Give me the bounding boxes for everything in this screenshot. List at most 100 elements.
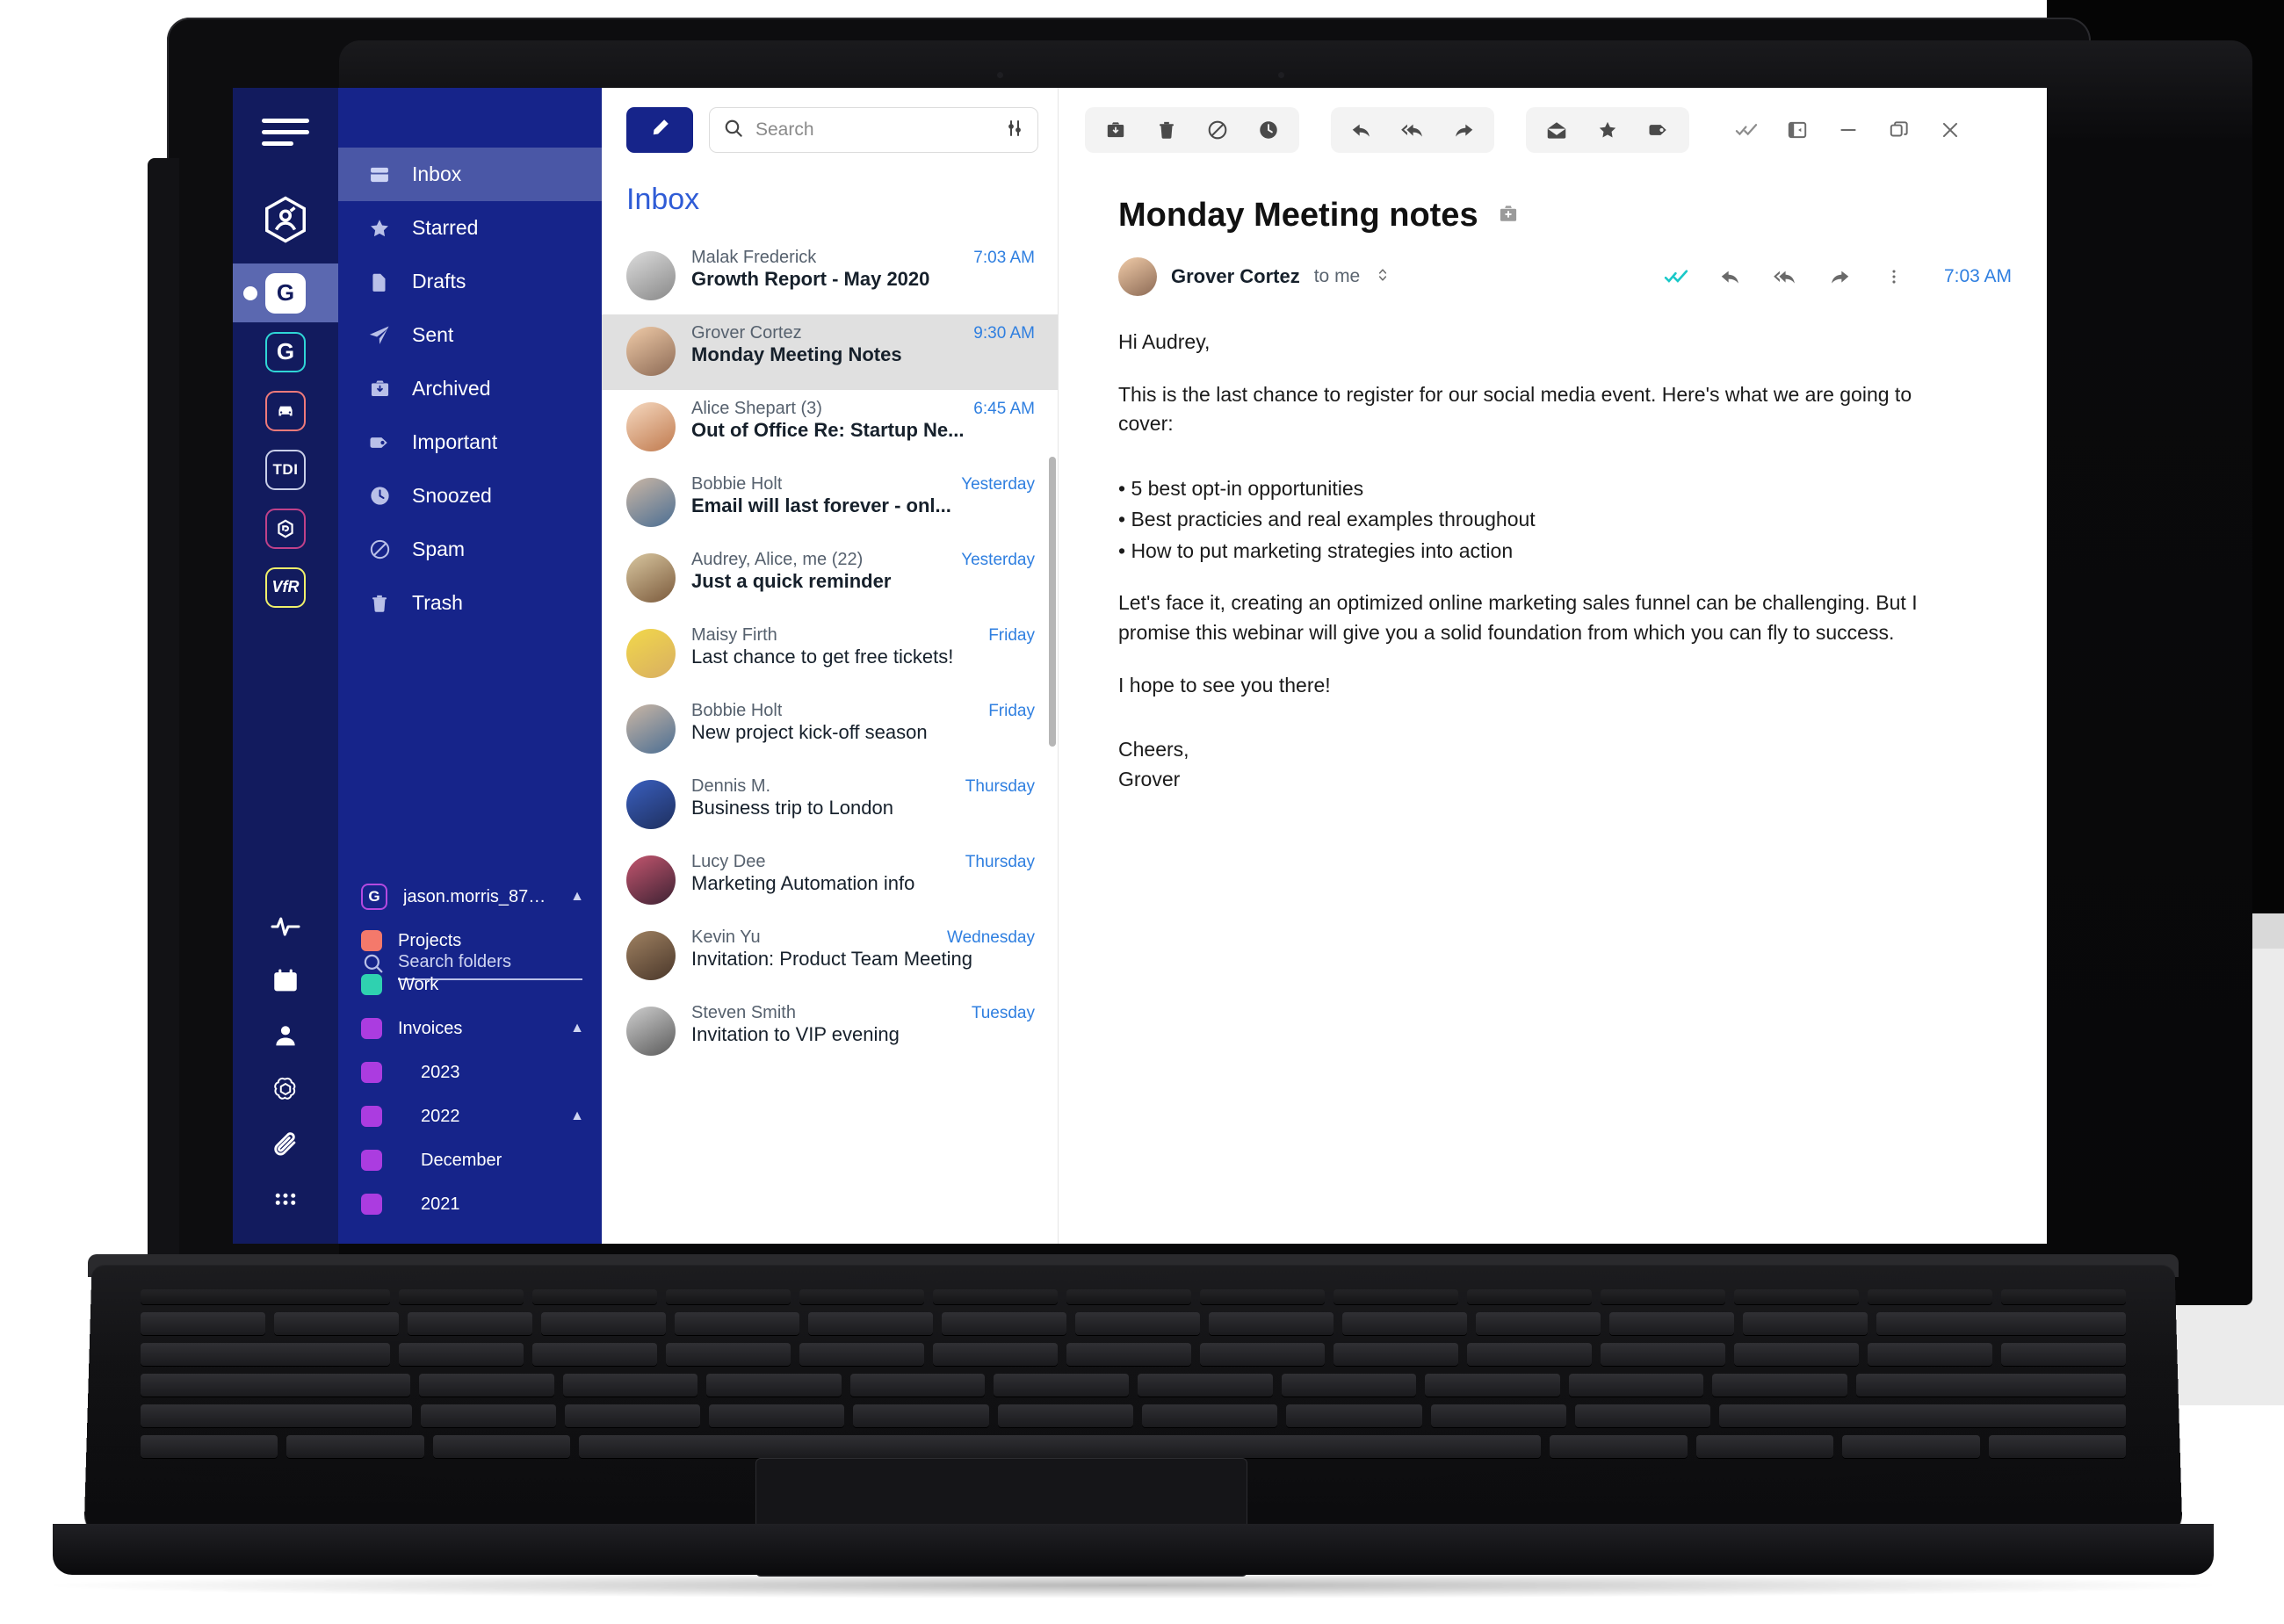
subject: Just a quick reminder [691,570,892,592]
archive-button[interactable] [1090,107,1141,153]
reply-icon[interactable] [1710,259,1751,294]
chevron-up-icon[interactable]: ▲ [570,889,584,905]
table-row[interactable]: Bobbie Holt Friday New project kick-off … [602,692,1058,768]
sidebar-item-archived[interactable]: Archived [338,362,602,415]
close-button[interactable] [1925,107,1976,153]
reply-button[interactable] [1336,107,1387,153]
folder-label: 2021 [421,1194,460,1214]
list-item[interactable]: Projects [338,919,602,963]
attachment-icon[interactable] [233,1117,338,1172]
table-row[interactable]: Kevin Yu Wednesday Invitation: Product T… [602,919,1058,994]
sidebar-item-snoozed[interactable]: Snoozed [338,469,602,523]
activity-icon[interactable] [233,899,338,954]
folder-label: Work [398,974,439,994]
timestamp: 6:45 AM [973,400,1035,418]
sender-name: Steven Smith [691,1003,796,1022]
app-var[interactable]: VfR [233,558,338,617]
contact-icon[interactable] [233,1008,338,1063]
table-row[interactable]: Bobbie Holt Yesterday Email will last fo… [602,466,1058,541]
sidebar-item-important[interactable]: Important [338,415,602,469]
sidebar-item-label: Sent [412,323,454,346]
restore-button[interactable] [1874,107,1925,153]
hex-icon [265,508,306,549]
grid-apps-icon[interactable] [233,1172,338,1226]
label-button[interactable] [1633,107,1684,153]
message-list-scrollbar[interactable] [1049,457,1056,747]
chevron-up-icon[interactable]: ▲ [570,1108,584,1124]
delete-button[interactable] [1141,107,1192,153]
table-row[interactable]: Lucy Dee Thursday Marketing Automation i… [602,843,1058,919]
sidebar-item-trash[interactable]: Trash [338,576,602,630]
add-to-archive-icon[interactable] [1496,201,1521,230]
star-button[interactable] [1582,107,1633,153]
chevron-up-icon[interactable]: ▲ [570,1021,584,1036]
reading-pane-button[interactable] [1772,107,1823,153]
folder-account-row[interactable]: G jason.morris_876@gma... ▲ [338,875,602,919]
reply-all-icon[interactable] [1765,259,1805,294]
keyboard[interactable] [141,1289,2127,1458]
block-icon [366,537,393,563]
table-row[interactable]: Dennis M. Thursday Business trip to Lond… [602,768,1058,843]
kebab-menu-icon[interactable] [1874,259,1914,294]
table-row[interactable]: Alice Shepart (3) 6:45 AM Out of Office … [602,390,1058,466]
avatar [626,553,676,603]
sidebar-item-label: Archived [412,377,491,400]
avatar [626,931,676,980]
app-car[interactable] [233,381,338,440]
list-item[interactable]: 2023 [338,1050,602,1094]
profile-hex-icon[interactable] [259,193,312,246]
mark-read-button[interactable] [1721,107,1772,153]
timestamp: 7:03 AM [1943,266,2012,286]
list-item[interactable]: Invoices ▲ [338,1007,602,1050]
folder-label: Invoices [398,1018,463,1038]
openai-icon[interactable] [233,1063,338,1117]
sender-name: Kevin Yu [691,927,761,947]
folder-color-swatch [361,1018,382,1039]
reader-toolbar [1059,88,2047,172]
screenshot-stage: G G TDI VfR Inbox Starred Drafts Sent Ar… [0,0,2284,1624]
menu-icon[interactable] [262,119,309,148]
calendar-icon[interactable] [233,954,338,1008]
app-hex[interactable] [233,499,338,558]
sender-name: Alice Shepart (3) [691,399,822,418]
compose-button[interactable] [626,107,693,153]
reply-all-button[interactable] [1387,107,1438,153]
snooze-button[interactable] [1243,107,1294,153]
search-input[interactable] [755,119,994,141]
forward-button[interactable] [1438,107,1489,153]
forward-icon[interactable] [1819,259,1860,294]
email-meta-row: Grover Cortez to me 7:03 AM [1059,235,2047,296]
search-input-wrapper[interactable] [709,107,1038,153]
sidebar-item-inbox[interactable]: Inbox [338,148,602,201]
list-item[interactable]: December [338,1138,602,1182]
active-indicator-dot [243,285,257,300]
app-tile-glyph: TDI [265,449,306,490]
mark-unread-button[interactable] [1531,107,1582,153]
list-item[interactable]: 2022 ▲ [338,1094,602,1138]
sidebar-item-starred[interactable]: Starred [338,201,602,255]
clock-icon [366,483,393,509]
table-row[interactable]: Malak Frederick 7:03 AM Growth Report - … [602,239,1058,314]
expand-details-icon[interactable] [1374,265,1391,289]
table-row[interactable]: Maisy Firth Friday Last chance to get fr… [602,617,1058,692]
sidebar-item-sent[interactable]: Sent [338,308,602,362]
list-item[interactable]: Work [338,963,602,1007]
keyboard-row-shift [141,1404,2126,1427]
table-row[interactable]: Steven Smith Tuesday Invitation to VIP e… [602,994,1058,1070]
filter-sliders-icon[interactable] [1004,118,1025,143]
table-row[interactable]: Grover Cortez 9:30 AM Monday Meeting Not… [602,314,1058,390]
list-item[interactable]: 2021 [338,1182,602,1226]
archive-icon [366,376,393,402]
app-tdi[interactable]: TDI [233,440,338,499]
avatar [626,402,676,451]
sidebar-item-spam[interactable]: Spam [338,523,602,576]
keyboard-row-numbers [141,1312,2126,1335]
sidebar-item-drafts[interactable]: Drafts [338,255,602,308]
star-icon [366,215,393,242]
app-g-primary[interactable]: G [233,263,338,322]
minimize-button[interactable] [1823,107,1874,153]
spam-button[interactable] [1192,107,1243,153]
app-g-teal[interactable]: G [233,322,338,381]
table-row[interactable]: Audrey, Alice, me (22) Yesterday Just a … [602,541,1058,617]
app-rail-list: G G TDI VfR [233,263,338,617]
